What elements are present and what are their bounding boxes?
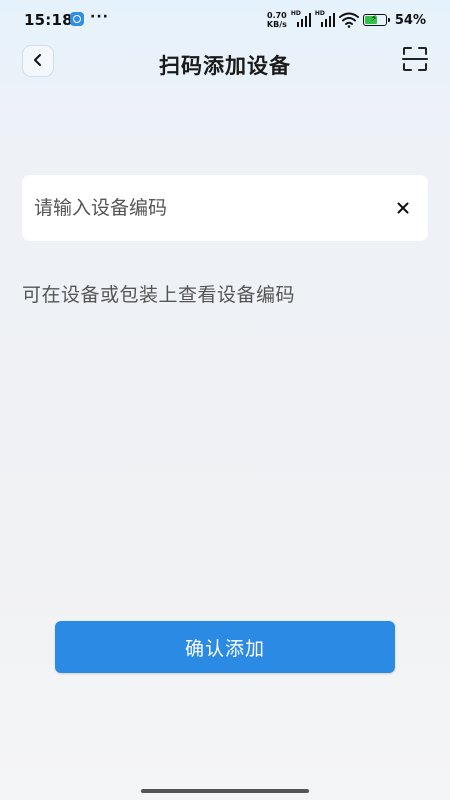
network-speed-value: 0.70: [267, 11, 287, 20]
device-code-field: [22, 175, 428, 241]
close-icon: [397, 199, 409, 218]
signal-icon: HD: [290, 10, 312, 28]
clear-button[interactable]: [392, 197, 414, 219]
app-notification-icon: [70, 12, 84, 26]
status-indicators: 0.70 KB/s HD HD ⚡ 54%: [267, 10, 426, 30]
signal-icon-2: HD: [314, 10, 336, 28]
confirm-add-button[interactable]: 确认添加: [55, 621, 395, 673]
header: 扫码添加设备: [0, 40, 450, 84]
battery-percent: 54%: [394, 12, 426, 28]
network-speed-unit: KB/s: [266, 20, 287, 29]
page-title: 扫码添加设备: [159, 54, 291, 78]
wifi-icon: [338, 12, 359, 28]
more-notifications-indicator: ···: [90, 9, 109, 25]
scan-button[interactable]: [400, 44, 430, 74]
hd-label-2: HD: [314, 10, 325, 17]
battery-icon: ⚡: [362, 14, 390, 26]
hint-text: 可在设备或包装上查看设备编码: [22, 284, 296, 306]
scan-frame-icon: [400, 47, 430, 78]
status-time: 15:18: [24, 11, 73, 29]
hd-label: HD: [290, 10, 301, 17]
device-code-input[interactable]: [34, 175, 374, 241]
network-speed: 0.70 KB/s: [267, 11, 287, 29]
status-bar: 15:18 ··· 0.70 KB/s HD HD ⚡ 54%: [0, 0, 450, 40]
home-indicator[interactable]: [141, 789, 309, 793]
